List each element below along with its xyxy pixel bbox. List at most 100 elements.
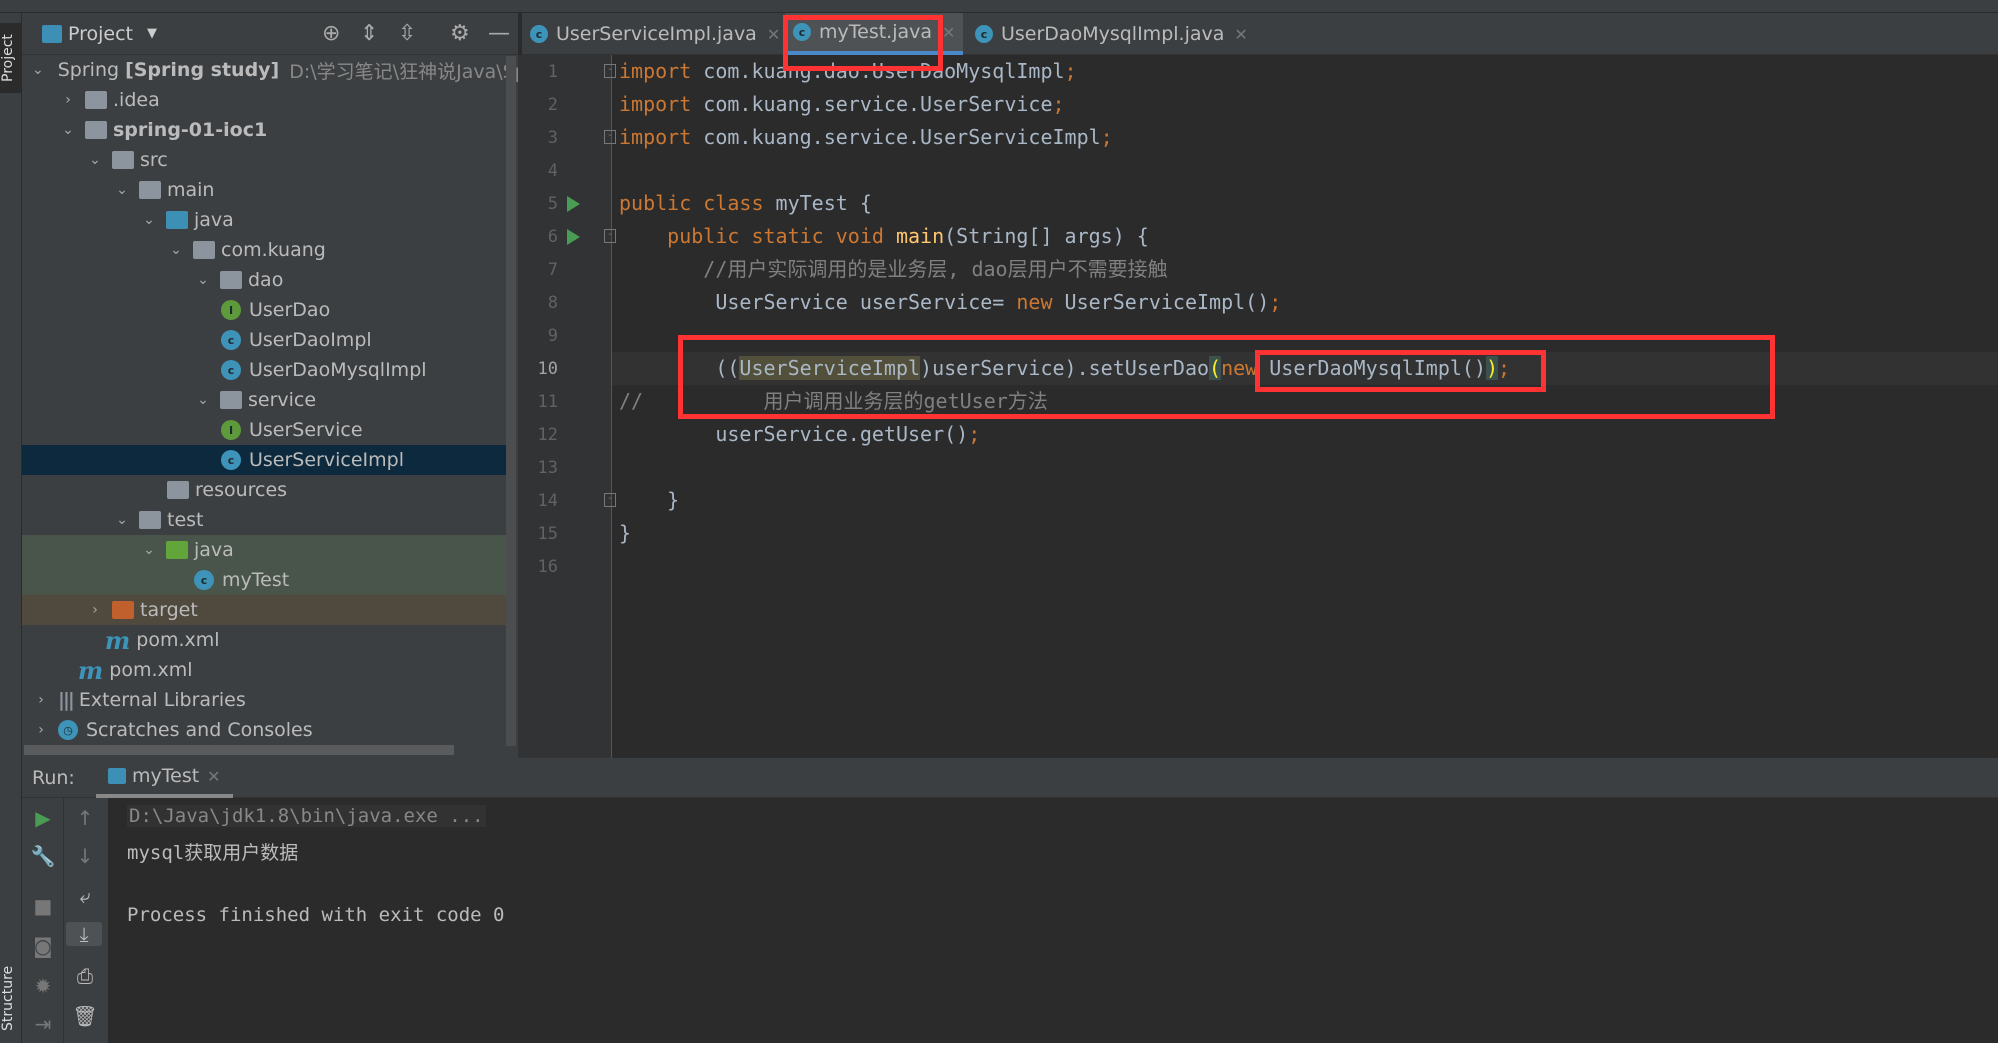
run-gutter-icon[interactable] bbox=[567, 229, 580, 245]
soft-wrap-icon[interactable]: ⤶ bbox=[64, 884, 106, 908]
tree-item[interactable]: I UserService bbox=[22, 415, 508, 445]
debug-icon[interactable]: ✹ bbox=[22, 974, 64, 998]
code-token: UserServiceImpl() bbox=[1064, 290, 1270, 314]
tree-item[interactable]: c myTest bbox=[22, 565, 508, 595]
code-token: ; bbox=[1269, 290, 1282, 314]
tree-item-label: UserDaoImpl bbox=[249, 329, 372, 351]
tree-vertical-scrollbar[interactable] bbox=[506, 56, 516, 746]
annotation-box-new-impl bbox=[1255, 350, 1546, 392]
code-token: ; bbox=[968, 422, 981, 446]
run-label: Run: bbox=[32, 766, 75, 789]
project-panel-header: Project ▼ ⊕ ⇕ ⇳ ⚙ — bbox=[22, 13, 518, 55]
tree-item[interactable]: ⌄ java bbox=[22, 205, 508, 235]
chevron-down-icon[interactable]: ⌄ bbox=[59, 122, 77, 138]
code-line: public class myTest { bbox=[619, 187, 872, 220]
tree-item[interactable]: › .idea bbox=[22, 85, 508, 115]
expand-all-icon[interactable]: ⇕ bbox=[360, 21, 378, 46]
annotation-box-tab bbox=[783, 15, 943, 71]
tree-item[interactable]: m pom.xml bbox=[22, 625, 508, 655]
tree-item[interactable]: › ||| External Libraries bbox=[22, 685, 508, 715]
code-line: import com.kuang.service.UserService; bbox=[619, 88, 1065, 121]
line-number: 13 bbox=[537, 458, 558, 478]
chevron-down-icon[interactable]: ⌄ bbox=[140, 542, 158, 558]
console-command: D:\Java\jdk1.8\bin\java.exe ... bbox=[127, 805, 486, 827]
chevron-down-icon[interactable]: ⌄ bbox=[194, 272, 212, 288]
chevron-right-icon[interactable]: › bbox=[86, 602, 104, 618]
close-icon[interactable]: ✕ bbox=[207, 767, 220, 786]
login-icon[interactable]: ⇥ bbox=[22, 1012, 64, 1036]
tree-item[interactable]: ⌄ java bbox=[22, 535, 508, 565]
code-token: ; bbox=[1064, 59, 1077, 83]
tree-item[interactable]: › target bbox=[22, 595, 508, 625]
locate-icon[interactable]: ⊕ bbox=[322, 21, 340, 46]
tree-item[interactable]: ⌄ com.kuang bbox=[22, 235, 508, 265]
chevron-down-icon[interactable]: ⌄ bbox=[167, 242, 185, 258]
code-token: public static void bbox=[619, 224, 896, 248]
close-icon[interactable]: ✕ bbox=[767, 25, 780, 44]
structure-tool-button[interactable]: Structure bbox=[0, 953, 22, 1043]
chevron-down-icon[interactable]: ⌄ bbox=[140, 212, 158, 228]
gear-icon[interactable]: ⚙ bbox=[450, 21, 470, 46]
close-icon[interactable]: ✕ bbox=[942, 23, 955, 42]
tree-item-label: com.kuang bbox=[221, 239, 326, 261]
tree-item[interactable]: ⌄ spring-01-ioc1 bbox=[22, 115, 508, 145]
tree-item-label: resources bbox=[195, 479, 288, 501]
tree-item[interactable]: I UserDao bbox=[22, 295, 508, 325]
run-tab[interactable]: myTest ✕ bbox=[96, 758, 233, 798]
wrench-icon[interactable]: 🔧 bbox=[22, 844, 64, 868]
code-token: new bbox=[1016, 290, 1065, 314]
tree-item[interactable]: resources bbox=[22, 475, 508, 505]
tab-userdaomysqlimpl-java[interactable]: c UserDaoMysqlImpl.java ✕ bbox=[967, 13, 1256, 55]
tree-item-label: .idea bbox=[113, 89, 160, 111]
rerun-icon[interactable]: ▶ bbox=[22, 806, 64, 830]
folder-blue-icon bbox=[166, 211, 188, 229]
tree-item[interactable]: ⌄ Spring [Spring study] D:\学习笔记\狂神说Java\Spr bbox=[22, 55, 535, 85]
tree-item[interactable]: ⌄ dao bbox=[22, 265, 508, 295]
tab-label: UserDaoMysqlImpl.java bbox=[1001, 23, 1225, 45]
tree-item[interactable]: ⌄ src bbox=[22, 145, 508, 175]
code-token: //用户实际调用的是业务层, dao层用户不需要接触 bbox=[619, 257, 1168, 281]
camera-icon[interactable]: ◙ bbox=[22, 934, 64, 958]
tree-item[interactable]: c UserDaoImpl bbox=[22, 325, 508, 355]
chevron-down-icon[interactable]: ⌄ bbox=[86, 152, 104, 168]
scroll-to-end-icon[interactable]: ⤓ bbox=[66, 922, 102, 946]
tree-item[interactable]: ⌄ main bbox=[22, 175, 508, 205]
arrow-down-icon[interactable]: ↓ bbox=[64, 844, 106, 868]
run-gutter-icon[interactable] bbox=[567, 196, 580, 212]
chevron-right-icon[interactable]: › bbox=[32, 692, 50, 708]
arrow-up-icon[interactable]: ↑ bbox=[64, 806, 106, 830]
tree-item-label: dao bbox=[248, 269, 284, 291]
chevron-right-icon[interactable]: › bbox=[59, 92, 77, 108]
tree-item[interactable]: c UserDaoMysqlImpl bbox=[22, 355, 508, 385]
tree-item[interactable]: ⌄ service bbox=[22, 385, 508, 415]
tree-item-label: service bbox=[248, 389, 317, 411]
project-view-selector[interactable]: Project bbox=[68, 23, 133, 45]
tab-userserviceimpl-java[interactable]: c UserServiceImpl.java ✕ bbox=[522, 13, 788, 55]
hide-icon[interactable]: — bbox=[488, 21, 510, 46]
chevron-down-icon[interactable]: ⌄ bbox=[32, 62, 44, 78]
folder-icon bbox=[167, 481, 189, 499]
code-token: myTest { bbox=[775, 191, 872, 215]
tree-item[interactable]: ⌄ test bbox=[22, 505, 508, 535]
chevron-down-icon[interactable]: ⌄ bbox=[194, 392, 212, 408]
stop-icon[interactable]: ■ bbox=[22, 894, 64, 918]
trash-icon[interactable]: 🗑 bbox=[64, 1004, 106, 1028]
tree-item[interactable]: › ◷ Scratches and Consoles bbox=[22, 715, 508, 745]
chevron-right-icon[interactable]: › bbox=[32, 722, 50, 738]
tree-item[interactable]: m pom.xml bbox=[22, 655, 508, 685]
close-icon[interactable]: ✕ bbox=[1234, 25, 1247, 44]
chevron-down-icon[interactable]: ⌄ bbox=[113, 512, 131, 528]
class-run-icon: c bbox=[194, 570, 214, 590]
annotation-box-code bbox=[678, 335, 1775, 419]
print-icon[interactable]: ⎙ bbox=[64, 964, 106, 988]
tree-item[interactable]: c UserServiceImpl bbox=[22, 445, 508, 475]
project-tool-button[interactable]: Project bbox=[0, 23, 22, 93]
tree-horizontal-scrollbar[interactable] bbox=[24, 745, 454, 755]
chevron-down-icon[interactable]: ▼ bbox=[147, 26, 157, 41]
collapse-all-icon[interactable]: ⇳ bbox=[398, 21, 416, 46]
tab-label: UserServiceImpl.java bbox=[556, 23, 757, 45]
chevron-down-icon[interactable]: ⌄ bbox=[113, 182, 131, 198]
run-toolbar: ▶ 🔧 ■ ◙ ✹ ⇥ bbox=[22, 798, 64, 1043]
package-icon bbox=[193, 241, 215, 259]
tree-item-label: Spring bbox=[57, 59, 120, 81]
